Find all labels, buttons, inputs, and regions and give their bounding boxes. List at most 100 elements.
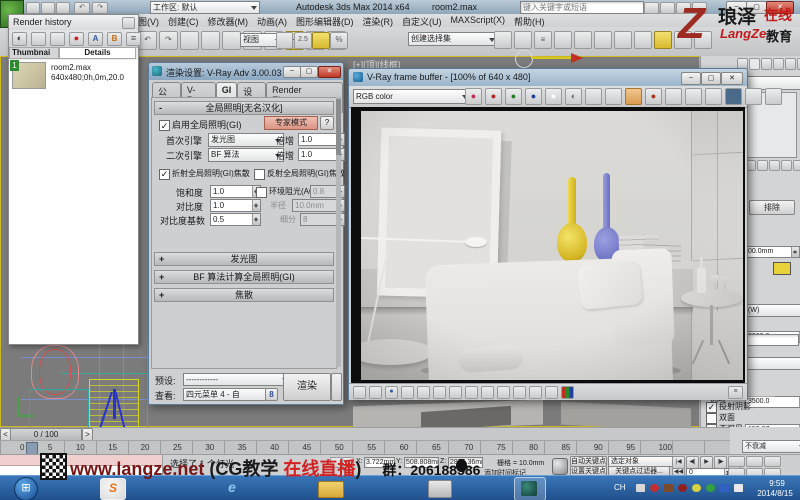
saturation-spinner[interactable]: 1.0 — [210, 185, 261, 198]
tab-hierarchy-icon[interactable] — [761, 58, 772, 70]
vfb-color-correct-icon[interactable] — [369, 386, 382, 399]
expert-mode-button[interactable]: 专家模式 — [264, 116, 318, 130]
vfb-stamp-icon[interactable] — [705, 88, 722, 105]
filter-color-field[interactable] — [745, 334, 799, 346]
open-file-icon[interactable] — [41, 2, 55, 14]
taskbar-folder-icon[interactable] — [318, 481, 344, 498]
vfb-expand-icon[interactable]: ≡ — [728, 386, 743, 399]
vfb-rgb-bars-icon[interactable] — [561, 386, 574, 399]
graphite-ribbon-icon[interactable] — [554, 31, 572, 49]
tray-icon-1[interactable] — [636, 484, 645, 492]
zoom-icon[interactable] — [728, 456, 745, 467]
render-split-button[interactable] — [331, 373, 342, 401]
enable-gi-checkbox[interactable]: ✓ 启用全局照明(GI) — [159, 118, 242, 131]
align-icon[interactable] — [514, 31, 532, 49]
start-button[interactable]: ⊞ — [14, 477, 38, 500]
search-input[interactable] — [520, 1, 644, 14]
rollout-irradiance-map[interactable]: + 发光图 — [154, 252, 334, 266]
use-center-icon[interactable] — [276, 32, 293, 49]
taskbar-3dsmax-icon[interactable] — [514, 477, 546, 500]
render-history-menu-button[interactable] — [122, 17, 135, 29]
vfb-hsl-icon[interactable] — [417, 386, 430, 399]
history-a-slot-icon[interactable]: A — [88, 32, 103, 46]
vfb-render-last-icon[interactable]: ● — [645, 88, 662, 105]
history-record-icon[interactable]: ● — [69, 32, 84, 46]
angle-snap-icon[interactable] — [312, 32, 330, 49]
history-list-icon[interactable]: ≡ — [126, 32, 141, 46]
wrench-icon[interactable] — [660, 2, 675, 14]
preset-dropdown[interactable]: ------------ — [183, 373, 291, 386]
dialog-titlebar[interactable]: 渲染设置: V-Ray Adv 3.00.03 – ▢ ✕ — [149, 63, 343, 80]
vfb-ocio-icon[interactable] — [497, 386, 510, 399]
render-setup-icon[interactable] — [634, 31, 652, 49]
vfb-track-mouse-icon[interactable] — [685, 88, 702, 105]
vfb-pixel-info-icon[interactable] — [353, 386, 366, 399]
tray-icon-4[interactable] — [678, 484, 687, 492]
curve-editor-icon[interactable] — [574, 31, 592, 49]
tray-icon-3[interactable] — [664, 484, 673, 492]
rollout-brute-force[interactable]: + BF 算法计算全局照明(GI) — [154, 270, 334, 284]
vfb-lut-icon[interactable] — [481, 386, 494, 399]
primary-engine-dropdown[interactable]: 发光图 — [208, 133, 284, 147]
vfb-clear-icon[interactable] — [625, 88, 642, 105]
vfb-load-icon[interactable] — [605, 88, 622, 105]
lock-view-button[interactable]: 8 — [265, 388, 278, 401]
ao-checkbox[interactable]: ✓环境阻光(AO) — [256, 186, 318, 198]
tray-language[interactable]: CH — [614, 483, 626, 492]
render-history-titlebar[interactable]: Render history — [9, 15, 138, 31]
tab-display-icon[interactable] — [785, 58, 796, 70]
vfb-minimize-button[interactable]: – — [681, 72, 701, 85]
history-col-thumbnail[interactable]: Thumbnai — [9, 47, 59, 59]
dialog-minimize-button[interactable]: – — [283, 66, 301, 78]
select-link-icon[interactable] — [180, 31, 199, 50]
tray-icon-5[interactable] — [692, 484, 701, 492]
named-selection-dropdown[interactable]: 创建选择集 — [408, 32, 498, 46]
dialog-maximize-button[interactable]: ▢ — [300, 66, 318, 78]
reflection-caustics-checkbox[interactable]: ✓反射全局照明(GI)焦散 — [254, 168, 345, 180]
rollout-gi-header[interactable]: - 全局照明[无名汉化] — [154, 101, 334, 115]
vfb-stamp-edit-icon[interactable] — [545, 386, 558, 399]
unlink-icon[interactable] — [201, 31, 220, 50]
zoom-extents-icon[interactable] — [764, 456, 781, 467]
rendered-frame-icon[interactable] — [654, 31, 672, 49]
vfb-compare-icon[interactable] — [745, 88, 762, 105]
vfb-history-icon[interactable] — [725, 88, 742, 105]
distribution-dropdown[interactable]: (W) — [745, 304, 800, 317]
decay-dropdown[interactable]: 不衰减 — [742, 440, 800, 453]
taskbar-browser-icon[interactable]: S — [100, 478, 126, 500]
history-export-icon[interactable] — [50, 32, 65, 46]
history-row[interactable]: 1 room2.max 640x480;0h,0m,20.0 — [9, 60, 138, 91]
new-file-icon[interactable] — [26, 2, 40, 14]
vfb-srgb-icon[interactable] — [529, 386, 542, 399]
vfb-blue-channel-icon[interactable]: ● — [525, 88, 542, 105]
dialog-scrollbar[interactable] — [336, 97, 341, 367]
vfb-region-icon[interactable] — [665, 88, 682, 105]
taskbar-ie-icon[interactable]: e — [220, 478, 244, 498]
vfb-stereo-icon[interactable] — [765, 88, 782, 105]
vfb-red-channel-icon[interactable]: ● — [485, 88, 502, 105]
layer-manager-icon[interactable]: ≡ — [534, 31, 552, 49]
configure-stack-icon[interactable] — [793, 160, 800, 171]
vfb-titlebar[interactable]: V-Ray frame buffer - [100% of 640 x 480]… — [349, 69, 747, 86]
mirror-icon[interactable] — [494, 31, 512, 49]
tab-motion-icon[interactable] — [773, 58, 784, 70]
show-end-result-icon[interactable] — [757, 160, 768, 171]
vfb-mono-icon[interactable]: ◐ — [565, 88, 582, 105]
snap-toggle-icon[interactable]: 2.5 — [294, 32, 312, 49]
tray-clock-time[interactable]: 9:59 — [758, 479, 796, 488]
light-color-swatch[interactable] — [773, 262, 791, 275]
zoom-all-icon[interactable] — [746, 456, 763, 467]
vfb-image-area[interactable] — [351, 107, 745, 383]
view-dropdown[interactable]: 四元菜单 4 - 自 — [183, 388, 275, 401]
vfb-curve-icon[interactable] — [465, 386, 478, 399]
remove-modifier-icon[interactable] — [781, 160, 792, 171]
tray-icon-2[interactable] — [650, 484, 659, 492]
contrast-spinner[interactable]: 1.0 — [210, 199, 261, 212]
rollout-caustics[interactable]: + 焦散 — [154, 288, 334, 302]
tray-icon-7[interactable] — [720, 484, 729, 492]
secondary-engine-dropdown[interactable]: BF 算法 — [208, 148, 284, 162]
schematic-view-icon[interactable] — [594, 31, 612, 49]
dialog-close-button[interactable]: ✕ — [318, 66, 341, 78]
vfb-icc-icon[interactable] — [513, 386, 526, 399]
workspace-dropdown[interactable]: 工作区: 默认 — [150, 1, 260, 14]
